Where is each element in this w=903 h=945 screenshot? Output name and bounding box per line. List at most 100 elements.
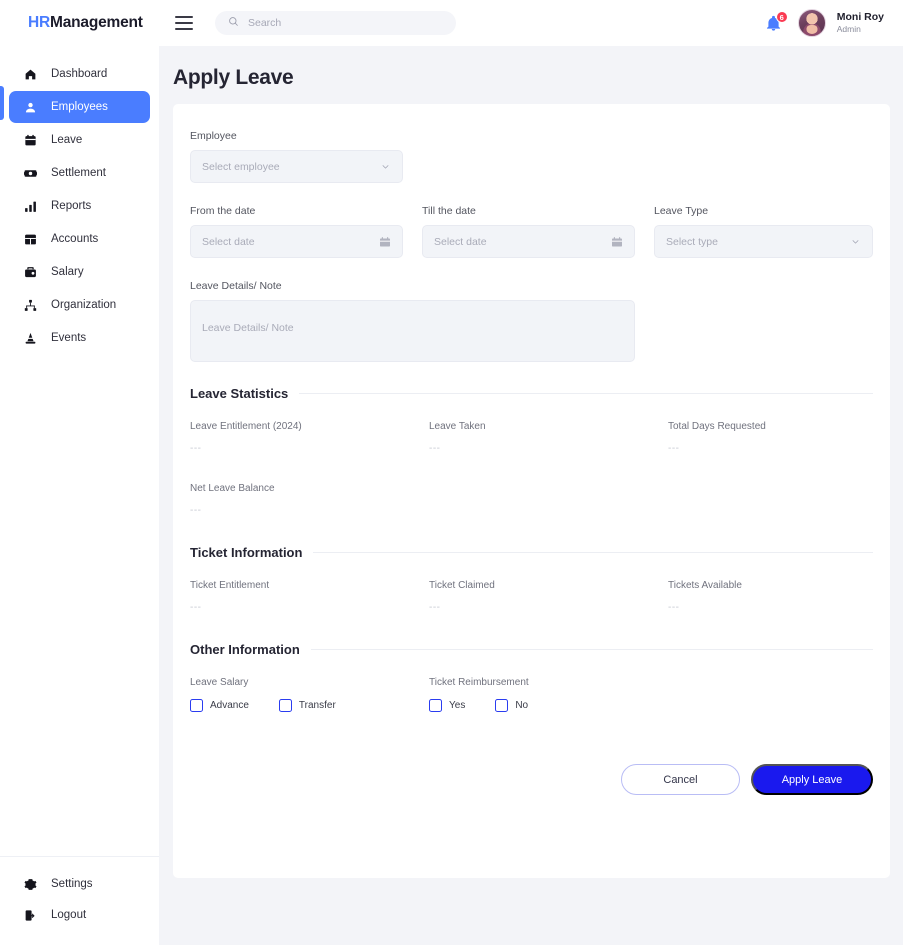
sidebar-item-label: Salary xyxy=(51,266,84,278)
checkbox-advance[interactable]: Advance xyxy=(190,699,249,712)
other-information-title: Other Information xyxy=(190,642,300,657)
checkbox-label: No xyxy=(515,700,529,711)
sidebar-item-settlement[interactable]: Settlement xyxy=(9,157,150,189)
sidebar-item-organization[interactable]: Organization xyxy=(9,289,150,321)
leave-salary-group: Leave Salary Advance Transfer xyxy=(190,677,429,712)
employee-select[interactable]: Select employee xyxy=(190,150,403,183)
sidebar-item-settings[interactable]: Settings xyxy=(9,869,150,899)
from-date-input[interactable]: Select date xyxy=(190,225,403,258)
leave-statistics-row-2: Net Leave Balance --- xyxy=(190,483,873,516)
ticket-information-title: Ticket Information xyxy=(190,545,303,560)
leave-salary-checkboxes: Advance Transfer xyxy=(190,699,429,712)
leave-statistics-row-1: Leave Entitlement (2024) --- Leave Taken… xyxy=(190,421,873,454)
main-area: Search 6 Moni Roy Admin Apply Leave Empl… xyxy=(159,0,903,945)
brand-logo[interactable]: HR Management xyxy=(0,0,159,46)
hamburger-menu-icon[interactable] xyxy=(175,16,193,30)
sitemap-icon xyxy=(23,298,38,313)
till-date-input[interactable]: Select date xyxy=(422,225,635,258)
other-information-row: Leave Salary Advance Transfer Ticket Rei… xyxy=(190,677,873,712)
stat-label: Leave Taken xyxy=(429,421,486,432)
leave-salary-label: Leave Salary xyxy=(190,677,249,688)
leave-type-group: Leave Type Select type xyxy=(654,205,873,258)
cancel-button[interactable]: Cancel xyxy=(621,764,740,795)
checkbox-yes[interactable]: Yes xyxy=(429,699,465,712)
from-date-value: Select date xyxy=(202,235,255,248)
dates-row: From the date Select date Till the date … xyxy=(190,205,873,258)
checkbox-label: Advance xyxy=(210,700,249,711)
brand-prefix: HR xyxy=(28,14,50,31)
gear-icon xyxy=(23,877,38,892)
sidebar-nav: Dashboard Employees Leave Settlement Rep… xyxy=(0,58,159,355)
employee-row-spacer xyxy=(422,130,873,183)
sidebar-item-label: Settlement xyxy=(51,167,106,179)
sidebar-item-events[interactable]: Events xyxy=(9,322,150,354)
user-info[interactable]: Moni Roy Admin xyxy=(837,11,884,35)
checkbox-box-icon xyxy=(495,699,509,712)
active-accent-bar xyxy=(0,86,4,120)
other-information-header: Other Information xyxy=(190,642,873,657)
search-placeholder: Search xyxy=(248,17,282,29)
sidebar-item-label: Reports xyxy=(51,200,92,212)
stat-label: Ticket Claimed xyxy=(429,580,495,591)
stat-ticket-claimed: Ticket Claimed --- xyxy=(429,580,668,613)
stat-leave-entitlement: Leave Entitlement (2024) --- xyxy=(190,421,429,454)
checkbox-label: Transfer xyxy=(298,700,336,711)
stat-label: Total Days Requested xyxy=(668,421,766,432)
notification-badge: 6 xyxy=(775,11,788,23)
sidebar-item-salary[interactable]: Salary xyxy=(9,256,150,288)
till-date-label: Till the date xyxy=(422,205,476,217)
stat-label: Leave Entitlement (2024) xyxy=(190,421,302,432)
stat-net-leave-balance: Net Leave Balance --- xyxy=(190,483,429,516)
till-date-group: Till the date Select date xyxy=(422,205,635,258)
leave-type-select-value: Select type xyxy=(666,235,718,248)
employee-select-value: Select employee xyxy=(202,160,280,173)
sidebar-item-employees[interactable]: Employees xyxy=(9,91,150,123)
employee-label: Employee xyxy=(190,130,237,142)
sidebar-item-accounts[interactable]: Accounts xyxy=(9,223,150,255)
logout-icon xyxy=(23,908,38,923)
search-icon xyxy=(228,14,239,32)
from-date-label: From the date xyxy=(190,205,256,217)
search-input[interactable]: Search xyxy=(215,11,456,35)
sidebar-item-label: Events xyxy=(51,332,87,344)
user-icon xyxy=(23,100,38,115)
divider xyxy=(310,649,873,650)
stat-empty xyxy=(429,483,668,516)
till-date-value: Select date xyxy=(434,235,487,248)
stat-value: --- xyxy=(190,443,202,454)
checkbox-transfer[interactable]: Transfer xyxy=(278,699,336,712)
checkbox-no[interactable]: No xyxy=(495,699,528,712)
bar-chart-icon xyxy=(23,199,38,214)
checkbox-label: Yes xyxy=(449,700,466,711)
leave-type-select[interactable]: Select type xyxy=(654,225,873,258)
stat-ticket-entitlement: Ticket Entitlement --- xyxy=(190,580,429,613)
home-icon xyxy=(23,67,38,82)
sidebar: HR Management Dashboard Employees Leave S… xyxy=(0,0,159,945)
form-actions: Cancel Apply Leave xyxy=(190,764,873,795)
calendar-icon xyxy=(23,133,38,148)
sidebar-item-dashboard[interactable]: Dashboard xyxy=(9,58,150,90)
sidebar-item-logout[interactable]: Logout xyxy=(9,900,150,930)
sidebar-item-label: Leave xyxy=(51,134,83,146)
user-name: Moni Roy xyxy=(836,11,884,24)
employee-field-group: Employee Select employee xyxy=(190,130,403,183)
stat-value: --- xyxy=(190,505,202,516)
sidebar-item-leave[interactable]: Leave xyxy=(9,124,150,156)
leave-details-textarea[interactable]: Leave Details/ Note xyxy=(190,300,635,362)
ticket-reimbursement-checkboxes: Yes No xyxy=(429,699,873,712)
content-scroll: Employee Select employee From the date S… xyxy=(159,104,903,945)
ticket-information-row: Ticket Entitlement --- Ticket Claimed --… xyxy=(190,580,873,613)
sidebar-item-reports[interactable]: Reports xyxy=(9,190,150,222)
stat-value: --- xyxy=(668,443,680,454)
apply-leave-button[interactable]: Apply Leave xyxy=(751,764,873,795)
avatar[interactable] xyxy=(797,9,826,37)
money-icon xyxy=(23,166,38,181)
sidebar-item-label: Logout xyxy=(51,909,87,921)
app-root: HR Management Dashboard Employees Leave S… xyxy=(0,0,903,945)
briefcase-icon xyxy=(23,265,38,280)
ticket-information-header: Ticket Information xyxy=(190,545,873,560)
topbar: Search 6 Moni Roy Admin xyxy=(159,0,903,46)
leave-statistics-header: Leave Statistics xyxy=(190,386,873,401)
notifications-button[interactable]: 6 xyxy=(765,11,788,35)
sidebar-item-label: Organization xyxy=(51,299,117,311)
